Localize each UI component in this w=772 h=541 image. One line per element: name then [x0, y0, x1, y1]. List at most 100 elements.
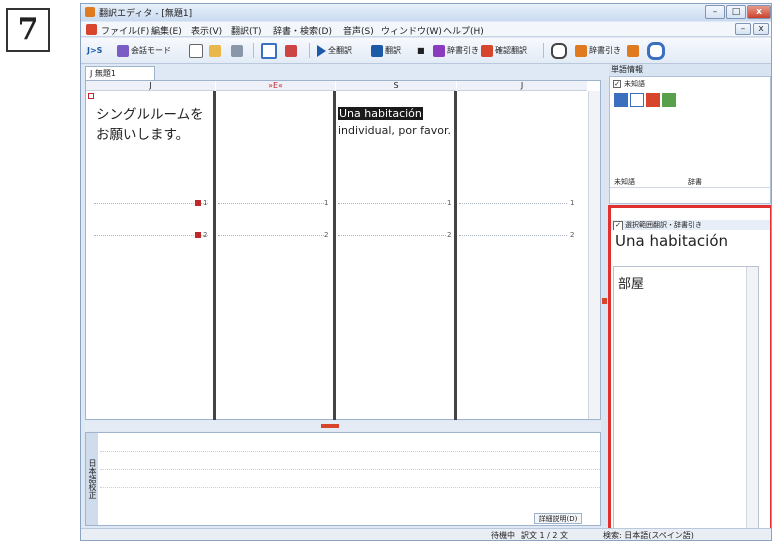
- status-sentence: 訳文 1 / 2 文: [521, 531, 569, 540]
- row-number: 2: [447, 231, 452, 239]
- translate-all-button[interactable]: 全翻訳: [317, 42, 352, 59]
- lookup-icon: [575, 44, 587, 57]
- row-line: [218, 203, 324, 204]
- exit-button[interactable]: [627, 42, 641, 59]
- dictionary-lookup-toolbar-button[interactable]: 辞書引き: [433, 42, 479, 59]
- document-icon[interactable]: [86, 24, 97, 35]
- column-header-target: S: [336, 81, 456, 91]
- row-number: 2: [570, 231, 575, 239]
- divider: [610, 187, 770, 188]
- menu-bar: ファイル(F) 編集(E) 表示(V) 翻訳(T) 辞書・検索(D) 音声(S)…: [81, 22, 771, 37]
- mdi-close-button[interactable]: x: [753, 23, 769, 35]
- dictionary-result-text: 部屋: [618, 277, 645, 292]
- minimize-button[interactable]: –: [705, 5, 725, 19]
- row-number: 1: [570, 199, 575, 207]
- check-translation-button[interactable]: 確認翻訳: [481, 42, 527, 59]
- layout-button[interactable]: [261, 42, 279, 59]
- new-document-button[interactable]: [189, 42, 205, 59]
- selected-text[interactable]: Una habitación: [338, 107, 423, 120]
- source-sentence[interactable]: シングルルームをお願いします。: [96, 105, 214, 145]
- menu-window[interactable]: ウィンドウ(W): [381, 24, 442, 37]
- column-header-back: J: [457, 81, 587, 91]
- word-info-header: 単語情報: [609, 64, 771, 76]
- row-line: [218, 235, 324, 236]
- row-line: [338, 235, 446, 236]
- menu-help[interactable]: ヘルプ(H): [443, 24, 484, 37]
- print-button[interactable]: [231, 42, 245, 59]
- row-line: [459, 203, 567, 204]
- search-icon[interactable]: [630, 93, 644, 107]
- toolbar-separator: [309, 43, 310, 58]
- app-icon: [85, 7, 95, 17]
- row-number: 1: [203, 199, 208, 207]
- panel-splitter[interactable]: [85, 421, 601, 431]
- detail-explanation-button[interactable]: 詳細説明(D): [534, 513, 582, 524]
- translate-button[interactable]: 翻訳: [371, 42, 401, 59]
- menu-voice[interactable]: 音声(S): [343, 24, 374, 37]
- japanese-proofreading-panel: 日本語校正 詳細説明(D): [85, 432, 601, 526]
- open-button[interactable]: [209, 42, 223, 59]
- row-number: 2: [203, 231, 208, 239]
- dictionary-icon: [433, 44, 445, 57]
- translation-rest: individual, por favor.: [338, 124, 451, 137]
- language-pair-selector[interactable]: J>S: [87, 42, 102, 59]
- selection-lookup-label: 選択範囲翻訳・辞書引き: [625, 221, 702, 229]
- menu-translate[interactable]: 翻訳(T): [231, 24, 262, 37]
- document-tab[interactable]: J 無題1: [85, 66, 155, 80]
- menu-edit[interactable]: 編集(E): [151, 24, 182, 37]
- column-divider[interactable]: [454, 91, 457, 420]
- stop-button[interactable]: ■: [417, 42, 425, 59]
- collapse-arrow-icon[interactable]: [602, 298, 607, 304]
- edit-dictionary-icon[interactable]: [646, 93, 660, 107]
- menu-dictionary-search[interactable]: 辞書・検索(D): [273, 24, 332, 37]
- printer-icon: [231, 44, 243, 57]
- window-title: 翻訳エディタ - [無題1]: [99, 9, 193, 19]
- toolbar: J>S 会話モード 全翻訳 翻訳 ■ 辞書引き 確認翻訳 辞書引き: [81, 38, 771, 64]
- toolbar-separator: [253, 43, 254, 58]
- undo-button[interactable]: [551, 42, 569, 59]
- translated-sentence[interactable]: Una habitación individual, por favor.: [338, 105, 460, 139]
- unknown-word-checkbox[interactable]: ✓: [613, 80, 621, 88]
- row-number: 1: [447, 199, 452, 207]
- folder-icon: [209, 44, 221, 57]
- splitter-handle[interactable]: [321, 424, 339, 428]
- font-button[interactable]: [285, 42, 299, 59]
- unknown-word-panel: ✓ 未知語 未知語 辞書: [609, 76, 771, 204]
- row-line: [459, 235, 567, 236]
- row-line: [338, 203, 446, 204]
- toolbar-separator: [543, 43, 544, 58]
- title-bar: 翻訳エディタ - [無題1] – □ x: [81, 4, 771, 21]
- register-icon[interactable]: [614, 93, 628, 107]
- column-divider[interactable]: [333, 91, 336, 420]
- selection-lookup-checkbox[interactable]: ✓: [613, 221, 623, 230]
- dictionary-lookup-button[interactable]: 辞書引き: [575, 42, 621, 59]
- menu-file[interactable]: ファイル(F): [101, 24, 149, 37]
- maximize-button[interactable]: □: [726, 5, 746, 19]
- translation-editor-window: 翻訳エディタ - [無題1] – □ x ファイル(F) 編集(E) 表示(V)…: [80, 3, 772, 541]
- unknown-word-column: 未知語: [614, 178, 635, 186]
- translate-icon: [371, 44, 383, 57]
- mdi-minimize-button[interactable]: –: [735, 23, 751, 35]
- play-icon: [317, 44, 326, 57]
- settings-button[interactable]: [647, 42, 667, 60]
- layout-columns-icon: [261, 42, 277, 59]
- gear-icon: [647, 42, 665, 60]
- check-icon: [481, 44, 493, 57]
- status-bar: 待機中 訳文 1 / 2 文 検索: 日本語(スペイン語): [81, 528, 771, 540]
- exit-icon: [627, 44, 639, 57]
- row-marker: [195, 232, 201, 238]
- result-scrollbar[interactable]: [746, 267, 758, 535]
- export-icon[interactable]: [662, 93, 676, 107]
- column-header-source: J: [86, 81, 215, 91]
- column-header-pivot: »E«: [216, 81, 335, 91]
- dictionary-column: 辞書: [688, 178, 702, 186]
- translation-editor[interactable]: J »E« S J シングルルームをお願いします。 Una habitación…: [85, 80, 601, 420]
- dictionary-result-box[interactable]: 部屋: [613, 266, 759, 536]
- row-marker: [195, 200, 201, 206]
- editor-scrollbar[interactable]: [588, 91, 600, 419]
- menu-view[interactable]: 表示(V): [191, 24, 222, 37]
- close-button[interactable]: x: [747, 5, 771, 19]
- row-number: 1: [324, 199, 329, 207]
- conversation-mode-button[interactable]: 会話モード: [117, 42, 171, 59]
- divider: [100, 487, 600, 488]
